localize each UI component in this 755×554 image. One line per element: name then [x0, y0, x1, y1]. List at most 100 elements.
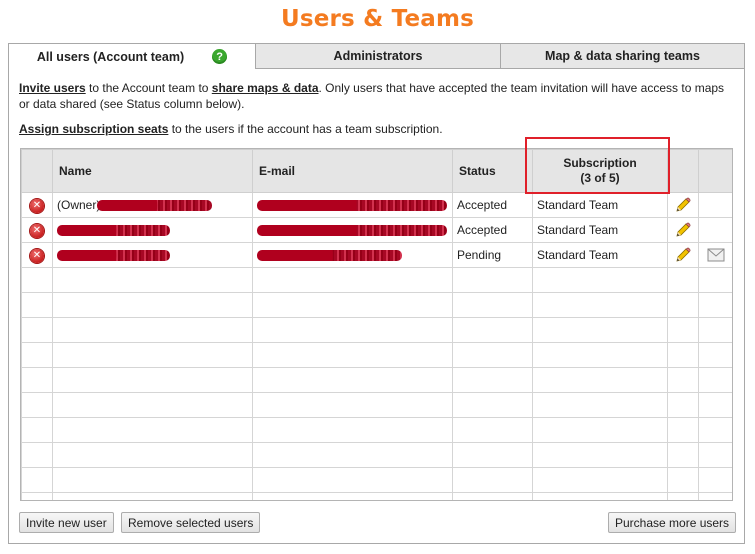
empty-cell — [452, 417, 533, 443]
remove-user-icon[interactable]: ✕ — [30, 199, 44, 213]
empty-cell — [452, 317, 533, 343]
subscription-column-header[interactable]: Subscription (3 of 5) — [532, 149, 668, 193]
empty-cell — [252, 442, 453, 468]
empty-cell — [21, 492, 53, 500]
empty-cell — [52, 392, 253, 418]
pencil-icon[interactable] — [674, 222, 692, 237]
remove-cell: ✕ — [21, 242, 53, 268]
empty-cell — [52, 367, 253, 393]
pencil-icon[interactable] — [674, 247, 692, 262]
remove-selected-users-button[interactable]: Remove selected users — [121, 512, 261, 533]
empty-cell — [52, 342, 253, 368]
empty-cell — [698, 367, 732, 393]
redacted-email — [257, 200, 447, 212]
subscription-cell[interactable]: Standard Team — [532, 217, 668, 243]
empty-cell — [532, 467, 668, 493]
empty-cell — [698, 492, 732, 500]
empty-table-row — [21, 417, 732, 443]
empty-cell — [698, 342, 732, 368]
name-cell — [52, 217, 253, 243]
empty-cell — [532, 417, 668, 443]
remove-user-icon[interactable]: ✕ — [30, 249, 44, 263]
redacted-name — [57, 250, 170, 262]
redacted-email — [257, 225, 447, 237]
mail-column-header — [698, 149, 732, 193]
empty-cell — [667, 492, 699, 500]
owner-label: (Owner) — [57, 198, 101, 212]
email-cell — [252, 242, 453, 268]
redacted-name — [97, 200, 213, 212]
empty-cell — [21, 392, 53, 418]
empty-cell — [452, 292, 533, 318]
empty-cell — [667, 417, 699, 443]
empty-cell — [532, 442, 668, 468]
empty-cell — [698, 442, 732, 468]
email-cell — [252, 192, 453, 218]
empty-cell — [667, 267, 699, 293]
tab-all-users[interactable]: All users (Account team) ? — [9, 44, 255, 69]
empty-cell — [532, 292, 668, 318]
empty-cell — [52, 467, 253, 493]
empty-cell — [252, 492, 453, 500]
remove-cell: ✕ — [21, 192, 53, 218]
empty-cell — [667, 317, 699, 343]
empty-cell — [52, 442, 253, 468]
empty-cell — [252, 267, 453, 293]
empty-cell — [252, 417, 453, 443]
name-column-header[interactable]: Name — [52, 149, 253, 193]
empty-cell — [21, 292, 53, 318]
mail-cell — [698, 192, 732, 218]
tab-administrators[interactable]: Administrators — [255, 44, 500, 68]
share-maps-link[interactable]: share maps & data — [212, 81, 319, 95]
status-cell: Accepted — [452, 217, 533, 243]
empty-cell — [532, 367, 668, 393]
empty-cell — [21, 417, 53, 443]
empty-cell — [698, 317, 732, 343]
empty-cell — [252, 467, 453, 493]
empty-cell — [252, 292, 453, 318]
table-row[interactable]: ✕ Pending Standard Team — [21, 242, 732, 268]
empty-table-row — [21, 367, 732, 393]
empty-cell — [452, 267, 533, 293]
empty-cell — [452, 392, 533, 418]
table-row[interactable]: ✕ Accepted Standard Team — [21, 217, 732, 243]
empty-cell — [252, 342, 453, 368]
remove-cell: ✕ — [21, 217, 53, 243]
empty-cell — [252, 392, 453, 418]
empty-cell — [698, 417, 732, 443]
subscription-cell[interactable]: Standard Team — [532, 242, 668, 268]
pencil-icon[interactable] — [674, 197, 692, 212]
invite-new-user-button[interactable]: Invite new user — [19, 512, 114, 533]
tab-administrators-label: Administrators — [333, 49, 423, 63]
tab-sharing-teams-label: Map & data sharing teams — [545, 49, 700, 63]
table-row[interactable]: ✕ (Owner) Accepted Standard Team — [21, 192, 732, 218]
edit-cell — [667, 192, 699, 218]
subscription-cell[interactable]: Standard Team — [532, 192, 668, 218]
assign-text-body: to the users if the account has a team s… — [168, 122, 443, 136]
email-column-header[interactable]: E-mail — [252, 149, 453, 193]
tab-all-users-label: All users (Account team) — [36, 49, 185, 64]
name-cell: (Owner) — [52, 192, 253, 218]
empty-cell — [532, 267, 668, 293]
empty-cell — [21, 317, 53, 343]
purchase-more-users-button[interactable]: Purchase more users — [608, 512, 737, 533]
empty-cell — [532, 492, 668, 500]
empty-cell — [532, 392, 668, 418]
empty-table-row — [21, 342, 732, 368]
envelope-icon[interactable] — [707, 248, 725, 262]
remove-user-icon[interactable]: ✕ — [30, 224, 44, 238]
help-icon[interactable]: ? — [212, 49, 228, 64]
assign-seats-link[interactable]: Assign subscription seats — [19, 122, 168, 136]
redacted-name — [57, 225, 170, 237]
tab-sharing-teams[interactable]: Map & data sharing teams — [500, 44, 744, 68]
empty-cell — [698, 292, 732, 318]
mail-cell — [698, 242, 732, 268]
table-header-row: Name E-mail Status Subscription (3 of 5) — [21, 149, 732, 193]
empty-cell — [52, 267, 253, 293]
status-column-header[interactable]: Status — [452, 149, 533, 193]
empty-cell — [21, 467, 53, 493]
status-cell: Accepted — [452, 192, 533, 218]
empty-cell — [667, 342, 699, 368]
empty-table-row — [21, 442, 732, 468]
invite-users-link[interactable]: Invite users — [19, 81, 86, 95]
